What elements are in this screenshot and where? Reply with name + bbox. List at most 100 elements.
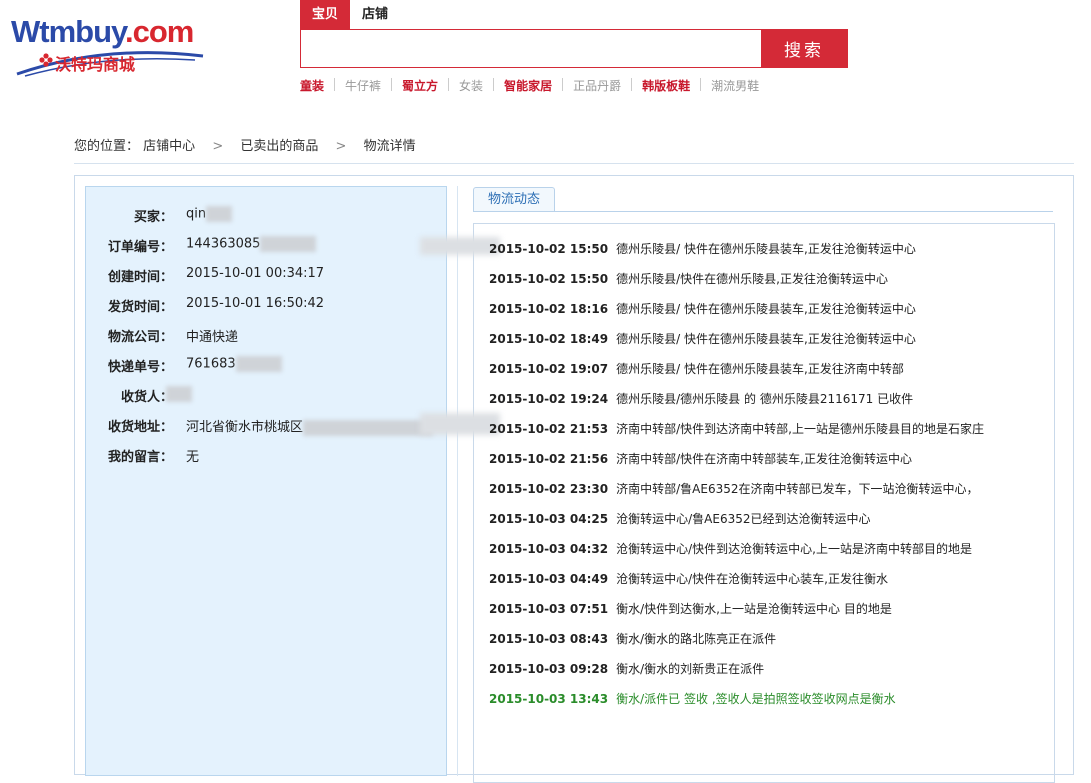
hot-keyword-link[interactable]: 韩版板鞋: [642, 77, 690, 94]
redacted-block: [206, 206, 233, 222]
entry-time: 2015-10-02 18:49: [489, 332, 609, 346]
logistics-entry: 2015-10-03 04:49 沧衡转运中心/快件在沧衡转运中心装车,正发往衡水: [489, 570, 888, 588]
order-info-panel: 买家： qin 订单编号： 144363085 创建时间： 2015-10-01…: [85, 186, 447, 776]
buyer-row: 买家： qin: [86, 206, 446, 226]
redacted-block: [235, 356, 282, 372]
tracking-number-label: 快递单号：: [107, 360, 173, 375]
carrier-value: 中通快递: [186, 330, 239, 345]
entry-text: 济南中转部/快件在济南中转部装车,正发往沧衡转运中心: [616, 452, 913, 466]
search-box: 搜索: [300, 29, 848, 68]
tab-item[interactable]: 宝贝: [300, 0, 351, 29]
hot-keyword-link[interactable]: 女装: [459, 77, 483, 94]
shipped-time-row: 发货时间： 2015-10-01 16:50:42: [86, 296, 446, 316]
logistics-entry: 2015-10-02 21:56 济南中转部/快件在济南中转部装车,正发往沧衡转运…: [489, 450, 912, 468]
created-time-label: 创建时间：: [107, 270, 173, 285]
logistics-entry: 2015-10-02 18:16 德州乐陵县/ 快件在德州乐陵县装车,正发往沧衡转…: [489, 300, 916, 318]
entry-time: 2015-10-02 19:24: [489, 392, 609, 406]
logistics-entry: 2015-10-02 23:30 济南中转部/鲁AE6352在济南中转部已发车，下…: [489, 480, 979, 498]
address-row: 收货地址： 河北省衡水市桃城区: [86, 416, 446, 436]
tab-logistics-updates[interactable]: 物流动态: [473, 187, 555, 212]
entry-text: 衡水/快件到达衡水,上一站是沧衡转运中心 目的地是: [616, 602, 892, 616]
hot-keyword-link[interactable]: 智能家居: [504, 77, 552, 94]
breadcrumb-separator: >: [212, 139, 224, 154]
breadcrumb-item-logistics-detail: 物流详情: [363, 139, 416, 154]
order-number-value: 144363085: [186, 236, 317, 252]
entry-time: 2015-10-02 21:56: [489, 452, 609, 466]
entry-time: 2015-10-02 19:07: [489, 362, 609, 376]
hot-keyword-link[interactable]: 正品丹爵: [573, 77, 621, 94]
order-number-label: 订单编号：: [107, 240, 173, 255]
panel-divider: [457, 186, 458, 776]
logistics-entry: 2015-10-03 08:43 衡水/衡水的路北陈亮正在派件: [489, 630, 776, 648]
divider: [562, 78, 564, 91]
created-time-value: 2015-10-01 00:34:17: [186, 266, 325, 281]
entry-text: 德州乐陵县/ 快件在德州乐陵县装车,正发往沧衡转运中心: [616, 302, 916, 316]
entry-text: 德州乐陵县/快件在德州乐陵县,正发往沧衡转运中心: [616, 272, 889, 286]
entry-text: 德州乐陵县/ 快件在德州乐陵县装车,正发往沧衡转运中心: [616, 242, 916, 256]
entry-time: 2015-10-02 18:16: [489, 302, 609, 316]
buyer-value: qin: [186, 206, 233, 222]
entry-text: 衡水/派件已 签收 ,签收人是拍照签收签收网点是衡水: [616, 692, 896, 706]
entry-text: 沧衡转运中心/快件在沧衡转运中心装车,正发往衡水: [616, 572, 889, 586]
logistics-entry: 2015-10-03 07:51 衡水/快件到达衡水,上一站是沧衡转运中心 目的地…: [489, 600, 892, 618]
breadcrumb-item-shop-center[interactable]: 店铺中心: [143, 139, 195, 154]
tracking-number-value: 761683: [186, 356, 282, 372]
receiver-row: 收货人：: [86, 386, 446, 406]
redacted-block: [303, 419, 434, 436]
tab-underline: [473, 211, 1053, 212]
logistics-entry: 2015-10-02 18:49 德州乐陵县/ 快件在德州乐陵县装车,正发往沧衡转…: [489, 330, 916, 348]
note-label: 我的留言：: [107, 450, 173, 465]
redacted-block: [166, 386, 192, 402]
tab-shop[interactable]: 店铺: [350, 0, 401, 29]
logo-flower-icon: [39, 53, 53, 67]
entry-text: 沧衡转运中心/鲁AE6352已经到达沧衡转运中心: [616, 512, 871, 526]
divider: [631, 78, 633, 91]
hot-keyword-link[interactable]: 童装: [300, 77, 324, 94]
search-tabs: 宝贝 店铺: [300, 0, 401, 29]
site-logo[interactable]: Wtmbuy.com 沃特玛商城: [11, 14, 206, 77]
logistics-entry: 2015-10-03 04:32 沧衡转运中心/快件到达沧衡转运中心,上一站是济南…: [489, 540, 972, 558]
logo-wordmark: Wtmbuy.com: [11, 14, 194, 49]
search-button[interactable]: 搜索: [761, 30, 847, 67]
divider: [448, 78, 450, 91]
search-input[interactable]: [301, 30, 761, 67]
entry-time: 2015-10-03 04:49: [489, 572, 609, 586]
carrier-label: 物流公司：: [107, 330, 173, 345]
entry-text: 衡水/衡水的路北陈亮正在派件: [616, 632, 777, 646]
breadcrumb: 您的位置： 店铺中心 > 已卖出的商品 > 物流详情: [74, 135, 416, 154]
logistics-entry: 2015-10-02 19:24 德州乐陵县/德州乐陵县 的 德州乐陵县21161…: [489, 390, 913, 408]
entry-text: 德州乐陵县/德州乐陵县 的 德州乐陵县2116171 已收件: [616, 392, 914, 406]
entry-text: 衡水/衡水的刘新贵正在派件: [616, 662, 765, 676]
logistics-entry: 2015-10-02 19:07 德州乐陵县/ 快件在德州乐陵县装车,正发往济南中…: [489, 360, 904, 378]
breadcrumb-item-sold-goods[interactable]: 已卖出的商品: [240, 139, 318, 154]
logistics-entry: 2015-10-03 04:25 沧衡转运中心/鲁AE6352已经到达沧衡转运中心: [489, 510, 871, 528]
buyer-label: 买家：: [133, 210, 173, 225]
note-row: 我的留言： 无: [86, 446, 446, 466]
address-value: 河北省衡水市桃城区: [186, 416, 434, 436]
breadcrumb-prefix: 您的位置：: [74, 139, 140, 154]
entry-text: 德州乐陵县/ 快件在德州乐陵县装车,正发往济南中转部: [616, 362, 904, 376]
entry-text: 济南中转部/快件到达济南中转部,上一站是德州乐陵县目的地是石家庄: [616, 422, 985, 436]
entry-time: 2015-10-03 04:32: [489, 542, 609, 556]
hot-keyword-link[interactable]: 牛仔裤: [345, 77, 381, 94]
entry-time: 2015-10-02 21:53: [489, 422, 609, 436]
note-value: 无: [186, 450, 200, 465]
entry-time: 2015-10-02 15:50: [489, 242, 609, 256]
carrier-row: 物流公司： 中通快递: [86, 326, 446, 346]
entry-time: 2015-10-02 15:50: [489, 272, 609, 286]
divider: [391, 78, 393, 91]
tracking-number-row: 快递单号： 761683: [86, 356, 446, 376]
divider: [700, 78, 702, 91]
shipped-time-value: 2015-10-01 16:50:42: [186, 296, 325, 311]
entry-text: 沧衡转运中心/快件到达沧衡转运中心,上一站是济南中转部目的地是: [616, 542, 973, 556]
address-label: 收货地址：: [107, 420, 173, 435]
shipped-time-label: 发货时间：: [107, 300, 173, 315]
hot-keyword-link[interactable]: 潮流男鞋: [711, 77, 759, 94]
hot-keyword-link[interactable]: 蜀立方: [402, 77, 438, 94]
divider: [334, 78, 336, 91]
entry-time: 2015-10-03 04:25: [489, 512, 609, 526]
logo-subtitle: 沃特玛商城: [55, 55, 136, 74]
logistics-entry-latest: 2015-10-03 13:43 衡水/派件已 签收 ,签收人是拍照签收签收网点是…: [489, 690, 896, 708]
logistics-entry: 2015-10-02 21:53 济南中转部/快件到达济南中转部,上一站是德州乐陵…: [489, 420, 984, 438]
created-time-row: 创建时间： 2015-10-01 00:34:17: [86, 266, 446, 286]
